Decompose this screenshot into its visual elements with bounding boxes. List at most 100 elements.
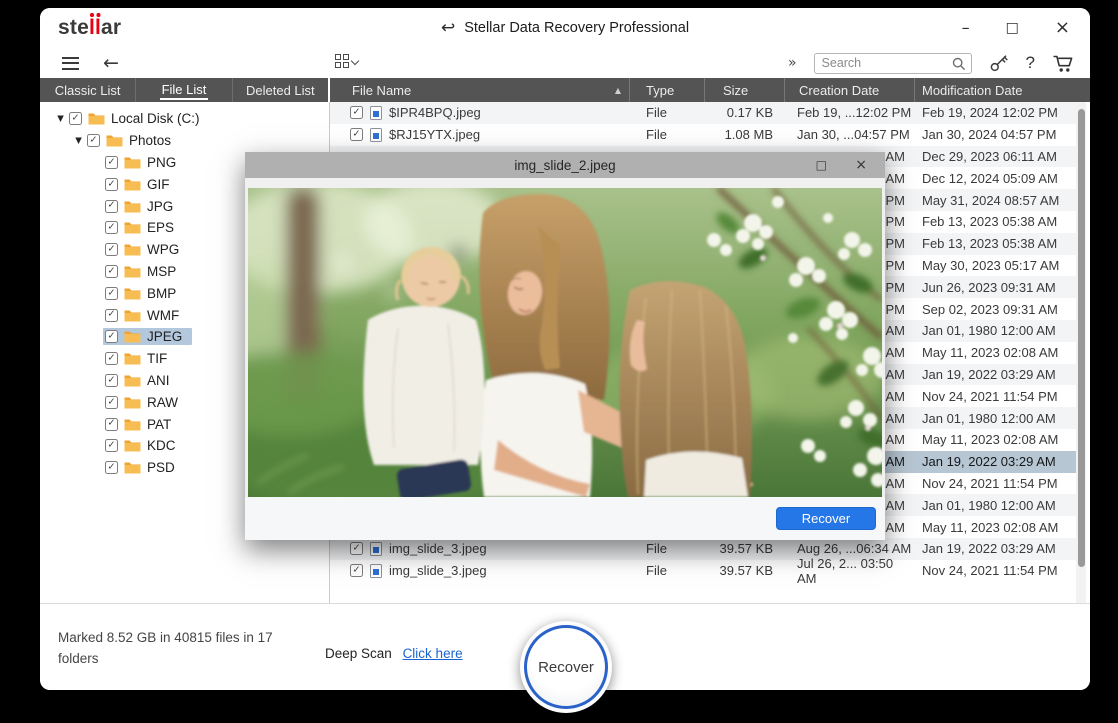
preview-maximize-icon[interactable]: □ (816, 152, 827, 178)
checkbox[interactable]: ✓ (105, 461, 118, 475)
stellar-logo: stellar (58, 16, 121, 40)
vertical-scrollbar[interactable] (1076, 102, 1086, 603)
expand-arrow-icon[interactable]: ▼ (72, 136, 85, 146)
preview-recover-button[interactable]: Recover (776, 507, 876, 530)
maximize-button[interactable]: □ (1006, 21, 1019, 35)
checkbox[interactable]: ✓ (105, 395, 118, 409)
recover-button-ring: Recover (520, 621, 612, 713)
cell-modification-date: Feb 13, 2023 05:38 AM (922, 236, 1058, 252)
tree-item-body: ✓ KDC (103, 437, 186, 454)
grid-icon (335, 54, 349, 68)
column-header-modification-date[interactable]: Modification Date (915, 78, 1090, 102)
checkbox[interactable]: ✓ (350, 128, 363, 142)
recover-button[interactable]: Recover (524, 625, 608, 709)
cell-creation-date: Jan 30, ...04:57 PM (797, 127, 910, 143)
checkbox[interactable]: ✓ (105, 439, 118, 453)
column-header-type[interactable]: Type (630, 78, 705, 102)
minimize-button[interactable]: – (962, 20, 970, 36)
folder-icon (124, 309, 141, 322)
preview-title-bar[interactable]: img_slide_2.jpeg □ × (245, 152, 885, 178)
preview-close-icon[interactable]: × (855, 152, 867, 178)
toolbar: ← » ? (40, 48, 1090, 78)
folder-icon (124, 156, 141, 169)
folder-icon (124, 330, 141, 343)
tree-item-label: RAW (147, 394, 178, 410)
cell-size: 39.57 KB (719, 563, 774, 579)
checkbox[interactable]: ✓ (105, 330, 118, 344)
cell-modification-date: Jan 30, 2024 04:57 PM (922, 127, 1057, 143)
checkbox[interactable]: ✓ (105, 264, 118, 278)
tab-file-list[interactable]: File List (136, 78, 233, 102)
cell-modification-date: Jan 19, 2022 03:29 AM (922, 541, 1056, 557)
preview-photo (248, 188, 882, 497)
tab-deleted-list[interactable]: Deleted List (233, 78, 328, 102)
deep-scan-link[interactable]: Click here (403, 646, 463, 661)
checkbox[interactable]: ✓ (105, 155, 118, 169)
column-label: Creation Date (799, 82, 880, 98)
cell-file-name: ✓ img_slide_3.jpeg (330, 538, 630, 560)
table-row[interactable]: ✓ $RJ15YTX.jpeg File 1.08 MB Jan 30, ...04:5… (330, 124, 1076, 146)
help-icon[interactable]: ? (1026, 53, 1035, 73)
close-button[interactable]: × (1055, 19, 1070, 37)
tab-classic-list[interactable]: Classic List (40, 78, 137, 102)
checkbox[interactable]: ✓ (105, 199, 118, 213)
check-icon: ✓ (107, 396, 116, 407)
column-label: Type (646, 82, 675, 98)
cell-modification-date: Nov 24, 2021 11:54 PM (922, 563, 1058, 579)
table-row[interactable]: ✓ img_slide_3.jpeg File 39.57 KB Aug 26, ...… (330, 537, 1076, 560)
tree-item-body: ✓ PNG (103, 154, 186, 171)
expand-arrow-icon[interactable]: ▼ (54, 114, 67, 124)
checkbox[interactable]: ✓ (105, 417, 118, 431)
check-icon: ✓ (89, 134, 98, 146)
table-row[interactable]: ✓ img_slide_3.jpeg File 39.57 KB Jul 26, 2..… (330, 556, 1076, 586)
cell-type: File (646, 541, 667, 557)
checkbox[interactable]: ✓ (105, 373, 118, 387)
cart-icon[interactable] (1052, 54, 1074, 73)
license-key-icon[interactable] (989, 53, 1009, 73)
tree-item-label: PNG (147, 154, 177, 170)
column-header-creation-date[interactable]: Creation Date (785, 78, 915, 102)
cell-modification-date: Feb 19, 2024 12:02 PM (922, 105, 1058, 121)
tree-item-label: EPS (147, 220, 175, 236)
folder-icon (124, 265, 141, 278)
tree-item-label: GIF (147, 176, 170, 192)
checkbox[interactable]: ✓ (105, 286, 118, 300)
checkbox[interactable]: ✓ (105, 308, 118, 322)
checkbox[interactable]: ✓ (105, 243, 118, 257)
file-name: img_slide_3.jpeg (389, 563, 487, 579)
tree-item-photos[interactable]: ▼ ✓ Photos (40, 130, 329, 152)
view-grid-button[interactable] (335, 54, 360, 68)
checkbox[interactable]: ✓ (69, 112, 82, 126)
table-row[interactable]: ✓ $IPR4BPQ.jpeg File 0.17 KB Feb 19, ...12:0… (330, 102, 1076, 124)
search-icon[interactable] (952, 57, 966, 71)
scrollbar-thumb[interactable] (1077, 109, 1085, 567)
hamburger-menu-icon[interactable] (62, 56, 79, 70)
chevron-down-icon (350, 56, 360, 66)
checkbox[interactable]: ✓ (105, 177, 118, 191)
checkbox[interactable]: ✓ (87, 134, 100, 148)
back-arrow-button[interactable]: ← (103, 53, 119, 73)
check-icon: ✓ (107, 374, 116, 386)
tree-item-label: JPEG (147, 329, 183, 345)
tree-item-local-disk-c[interactable]: ▼ ✓ Local Disk (C:) (40, 108, 329, 130)
checkbox[interactable]: ✓ (105, 221, 118, 235)
column-label: Size (723, 82, 749, 98)
check-icon: ✓ (107, 265, 116, 277)
cell-creation-date: Feb 19, ...12:02 PM (797, 105, 912, 121)
checkbox[interactable]: ✓ (105, 352, 118, 366)
tree-item-body: ✓ BMP (103, 285, 186, 302)
column-header-size[interactable]: Size (705, 78, 785, 102)
cell-type: File (646, 127, 667, 143)
folder-icon (124, 287, 141, 300)
tree-item-label: WPG (147, 242, 180, 258)
expand-toolbar-icon[interactable]: » (788, 55, 797, 71)
cell-file-name: ✓ $RJ15YTX.jpeg (330, 124, 630, 146)
folder-icon (124, 243, 141, 256)
search-input[interactable] (814, 53, 971, 73)
column-header-file-name[interactable]: File Name ▲ (330, 78, 630, 102)
check-icon: ✓ (107, 308, 116, 320)
checkbox[interactable]: ✓ (350, 106, 363, 120)
checkbox[interactable]: ✓ (350, 542, 363, 556)
column-label: Modification Date (922, 82, 1023, 98)
checkbox[interactable]: ✓ (350, 564, 363, 578)
